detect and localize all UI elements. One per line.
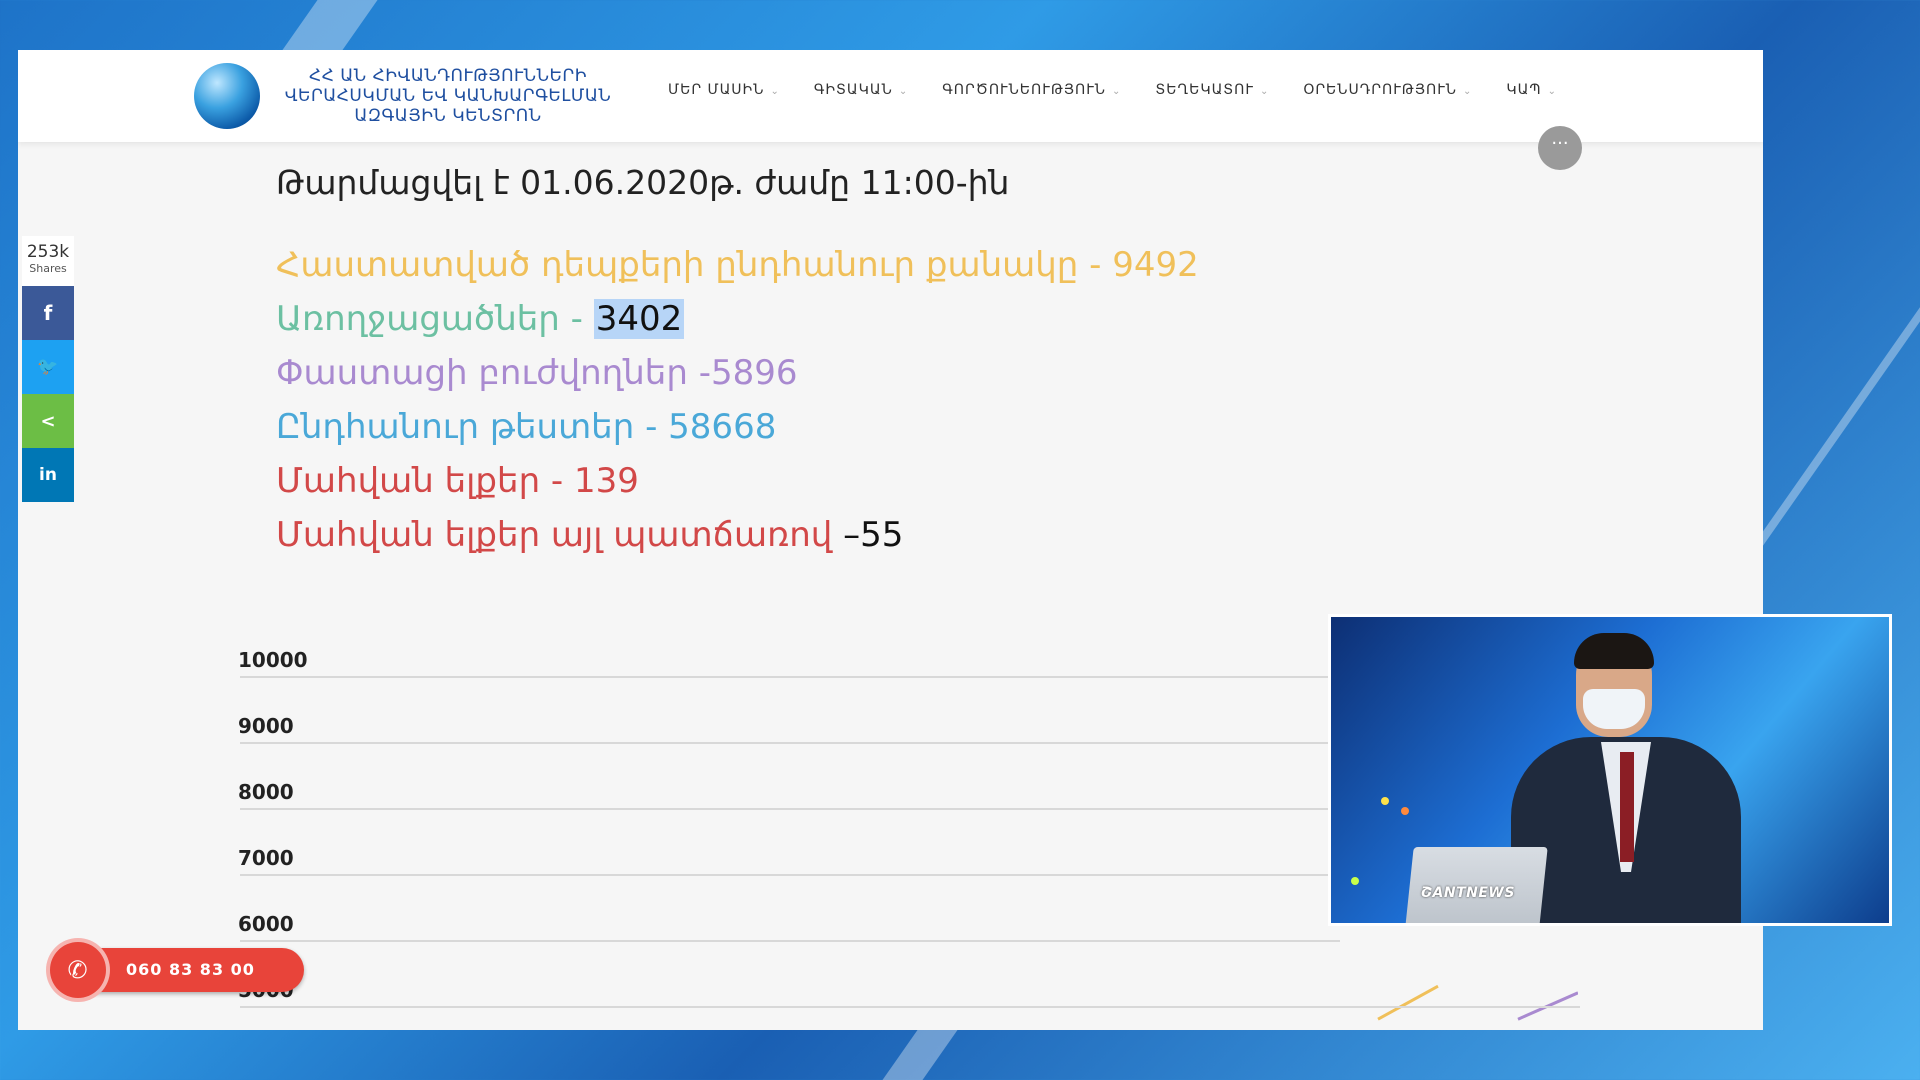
stat-value: 9492 xyxy=(1112,245,1199,285)
decor-dot xyxy=(1381,797,1389,805)
share-bar: 253k Shares f 🐦 < in xyxy=(22,236,74,502)
stat-value-selected[interactable]: 3402 xyxy=(593,299,685,339)
logo-icon[interactable] xyxy=(194,63,260,129)
phone-number: 060 83 83 00 xyxy=(126,960,255,979)
decor-dot xyxy=(1401,807,1409,815)
presenter-hair xyxy=(1574,633,1654,669)
call-button[interactable]: ✆ 060 83 83 00 xyxy=(46,938,304,1002)
nav-item-science[interactable]: ԳԻՏԱԿԱՆ ⌄ xyxy=(814,82,908,98)
share-icon: < xyxy=(40,410,56,432)
stat-deaths: Մահվան ելքեր - 139 xyxy=(276,454,1199,508)
site-header: ՀՀ ԱՆ ՀԻՎԱՆԴՈՒԹՅՈՒՆՆԵՐԻ ՎԵՐԱՀՍԿՄԱՆ ԵՎ ԿԱ… xyxy=(18,50,1763,142)
stat-label: Փաստացի բուժվողներ - xyxy=(276,353,711,393)
stat-label: Մահվան ելքեր - xyxy=(276,461,574,501)
stats-list: Հաստատված դեպքերի ընդհանուր քանակը - 949… xyxy=(276,238,1199,562)
stat-value: –55 xyxy=(843,515,904,555)
facebook-icon: f xyxy=(43,301,53,325)
y-tick-label: 10000 xyxy=(238,648,308,672)
stat-value: 139 xyxy=(574,461,639,501)
more-icon[interactable]: ··· xyxy=(1538,126,1582,170)
stat-deaths-other: Մահվան ելքեր այլ պատճառով –55 xyxy=(276,508,1199,562)
series-line xyxy=(1377,984,1439,1021)
grid-line xyxy=(240,1006,1580,1008)
linkedin-icon: in xyxy=(39,465,57,485)
stat-recovered: Առողջացածներ - 3402 xyxy=(276,292,1199,346)
updated-timestamp: Թարմացվել է 01.06.2020թ. ժամը 11:00-ին xyxy=(276,163,1010,202)
stat-value: 5896 xyxy=(710,353,798,393)
nav-item-about[interactable]: ՄԵՐ ՄԱՍԻՆ ⌄ xyxy=(668,82,780,98)
background-stripe xyxy=(282,0,378,50)
twitter-icon: 🐦 xyxy=(37,357,59,377)
stat-active: Փաստացի բուժվողներ -5896 xyxy=(276,346,1199,400)
stat-label: Հաստատված դեպքերի ընդհանուր քանակը - xyxy=(276,245,1113,285)
stat-confirmed: Հաստատված դեպքերի ընդհանուր քանակը - 949… xyxy=(276,238,1199,292)
chevron-down-icon: ⌄ xyxy=(898,86,909,97)
twitter-share-button[interactable]: 🐦 xyxy=(22,340,74,394)
nav-item-activity[interactable]: ԳՈՐԾՈՒՆԵՈՒԹՅՈՒՆ ⌄ xyxy=(942,82,1121,98)
nav-item-contact[interactable]: ԿԱՊ ⌄ xyxy=(1506,82,1557,98)
grid-line xyxy=(240,676,1340,678)
chevron-down-icon: ⌄ xyxy=(770,86,780,97)
generic-share-button[interactable]: < xyxy=(22,394,74,448)
logo-text[interactable]: ՀՀ ԱՆ ՀԻՎԱՆԴՈՒԹՅՈՒՆՆԵՐԻ ՎԵՐԱՀՍԿՄԱՆ ԵՎ ԿԱ… xyxy=(268,66,628,126)
grid-line xyxy=(240,742,1340,744)
nav-item-legislation[interactable]: ՕՐԵՆՍԴՐՈՒԹՅՈՒՆ ⌄ xyxy=(1303,82,1472,98)
nav-item-info[interactable]: ՏԵՂԵԿԱՏՈՒ ⌄ xyxy=(1155,82,1269,98)
background-stripe xyxy=(882,1030,958,1080)
chevron-down-icon: ⌄ xyxy=(1112,86,1122,97)
chevron-down-icon: ⌄ xyxy=(1463,86,1473,97)
share-count-value: 253k xyxy=(26,242,70,262)
decor-dot xyxy=(1351,877,1359,885)
presenter-video: ՇANTNEWS xyxy=(1328,614,1892,926)
y-tick-label: 7000 xyxy=(238,846,294,870)
y-tick-label: 6000 xyxy=(238,912,294,936)
phone-icon: ✆ xyxy=(46,938,110,1002)
grid-line xyxy=(240,940,1340,942)
y-tick-label: 8000 xyxy=(238,780,294,804)
stat-tests: Ընդհանուր թեստեր - 58668 xyxy=(276,400,1199,454)
face-mask xyxy=(1583,689,1645,729)
laptop-brand-logo: ՇANTNEWS xyxy=(1421,885,1515,901)
grid-line xyxy=(240,874,1340,876)
facebook-share-button[interactable]: f xyxy=(22,286,74,340)
share-count-label: Shares xyxy=(29,262,67,275)
main-nav: ՄԵՐ ՄԱՍԻՆ ⌄ ԳԻՏԱԿԱՆ ⌄ ԳՈՐԾՈՒՆԵՈՒԹՅՈՒՆ ⌄ ՏԵՂ… xyxy=(668,82,1557,98)
linkedin-share-button[interactable]: in xyxy=(22,448,74,502)
stat-value: 58668 xyxy=(668,407,777,447)
stat-label: Առողջացածներ - xyxy=(276,299,594,339)
stat-label: Ընդհանուր թեստեր - xyxy=(276,407,669,447)
stat-label: Մահվան ելքեր այլ պատճառով xyxy=(276,515,844,555)
chevron-down-icon: ⌄ xyxy=(1547,86,1557,97)
presenter-tie xyxy=(1620,752,1634,862)
share-count: 253k Shares xyxy=(22,236,74,286)
grid-line xyxy=(240,808,1340,810)
y-tick-label: 9000 xyxy=(238,714,294,738)
chevron-down-icon: ⌄ xyxy=(1259,86,1270,97)
